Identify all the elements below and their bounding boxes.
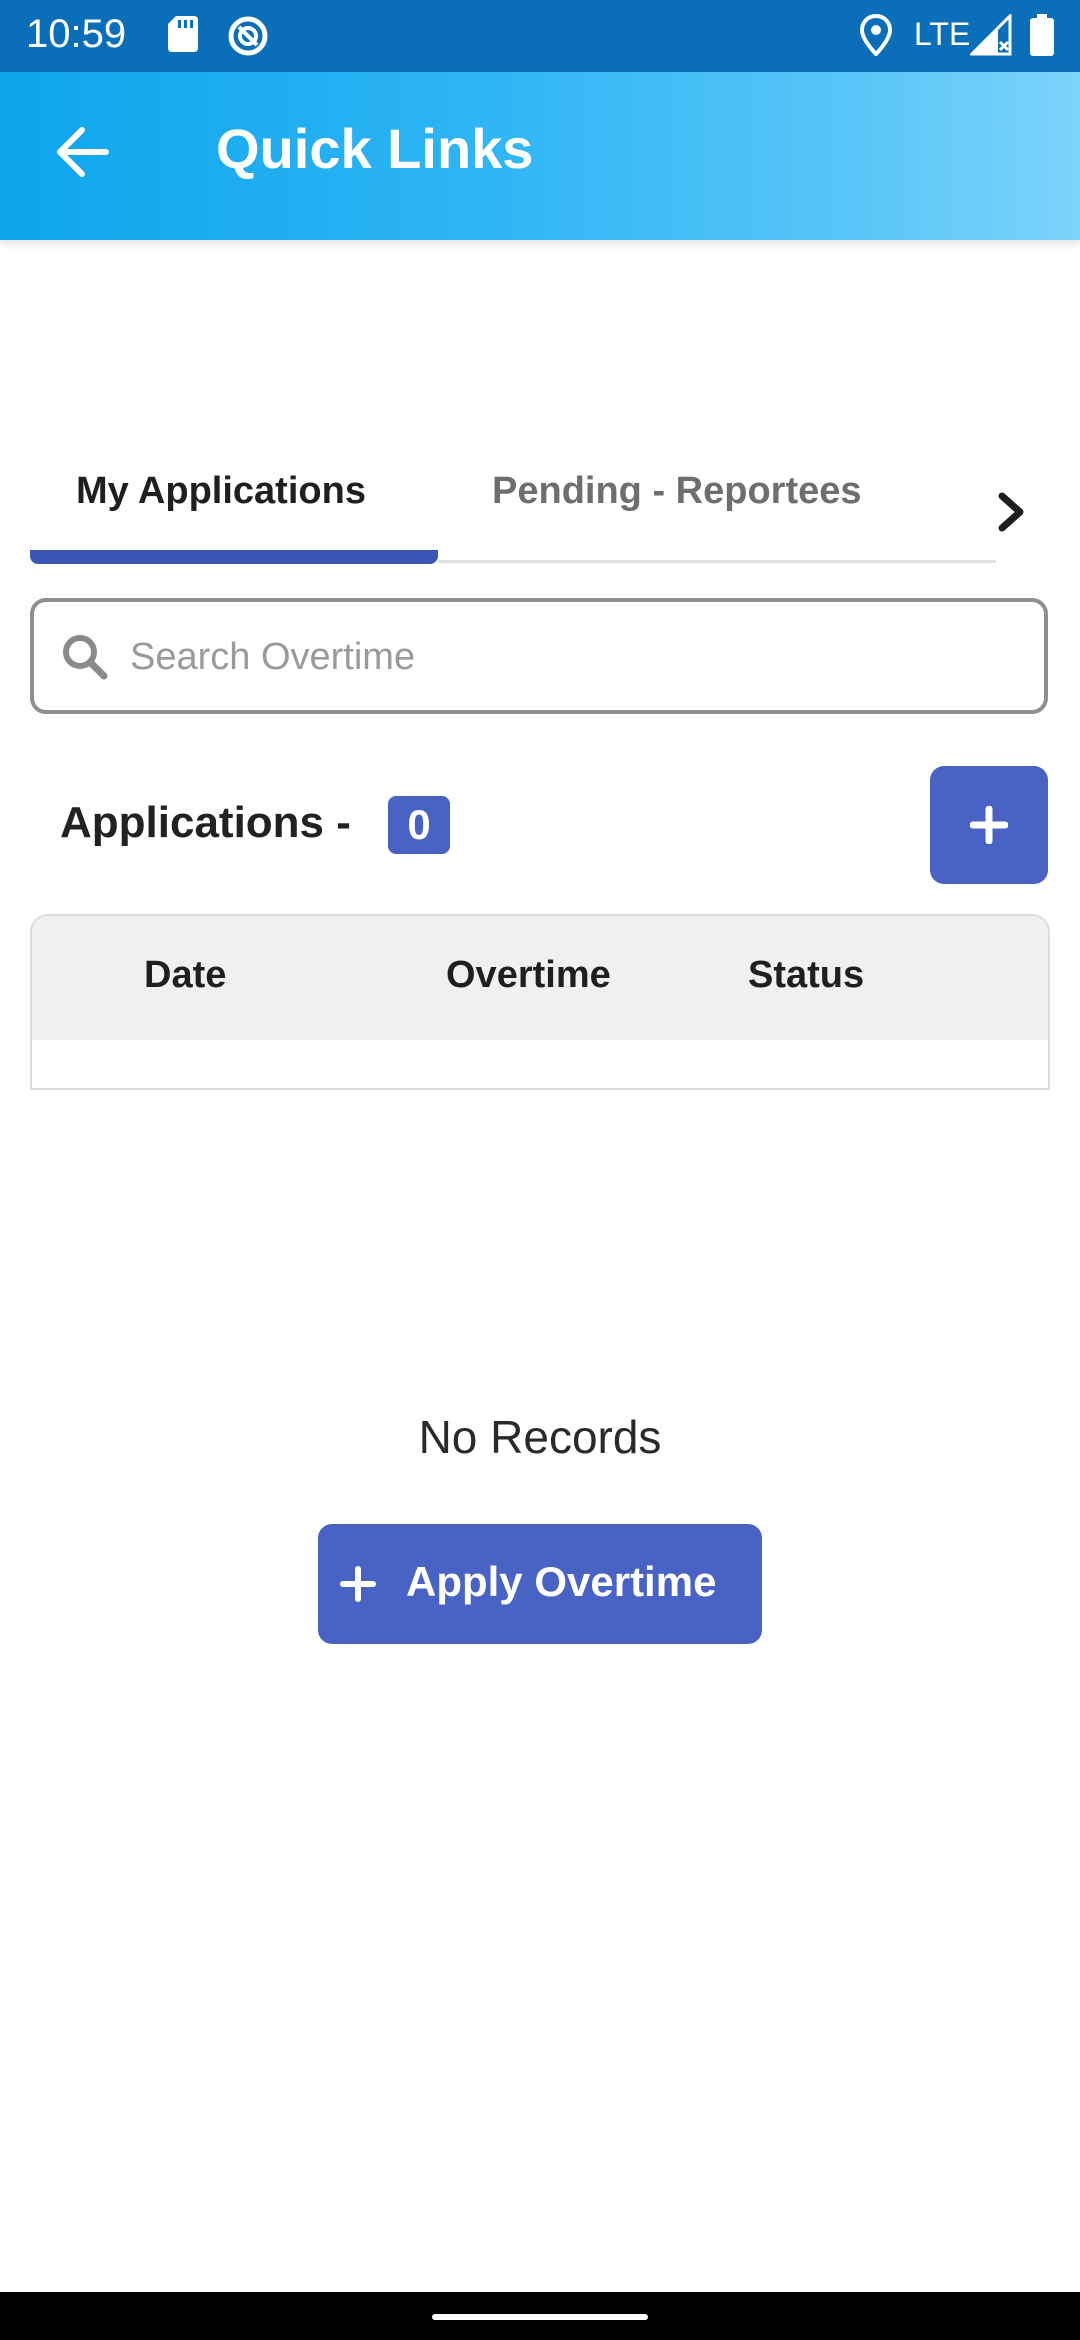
location-icon — [860, 14, 892, 56]
sd-card-icon — [168, 16, 198, 52]
column-header-status: Status — [748, 954, 865, 996]
tab-bar: My Applications Pending - Reportees — [30, 450, 1050, 568]
arrow-left-icon[interactable] — [54, 122, 114, 182]
app-bar: Quick Links — [0, 72, 1080, 240]
tab-pending-reportees[interactable]: Pending - Reportees — [492, 470, 862, 513]
apply-overtime-button[interactable]: Apply Overtime — [318, 1524, 762, 1644]
column-header-overtime: Overtime — [446, 954, 611, 996]
network-type: LTE — [914, 16, 971, 52]
chevron-right-icon[interactable] — [990, 486, 1034, 538]
tab-my-applications[interactable]: My Applications — [76, 470, 366, 513]
applications-heading: Applications - — [60, 798, 351, 847]
battery-icon — [1030, 14, 1054, 56]
data-saver-icon — [228, 16, 268, 56]
applications-count-badge: 0 — [388, 796, 450, 854]
status-bar: 10:59 LTE — [0, 0, 1080, 72]
search-icon — [63, 635, 108, 680]
signal-icon — [970, 14, 1012, 56]
status-time: 10:59 — [26, 12, 127, 56]
column-header-date: Date — [144, 954, 227, 996]
applications-table: Date Overtime Status — [30, 914, 1050, 1090]
plus-icon — [970, 806, 1008, 844]
add-application-button[interactable] — [930, 766, 1048, 884]
page-title: Quick Links — [216, 117, 534, 180]
plus-icon — [340, 1566, 376, 1602]
tab-divider — [438, 560, 996, 563]
tab-indicator — [30, 550, 438, 564]
system-nav-bar — [0, 2292, 1080, 2340]
empty-state-message: No Records — [418, 1411, 662, 1463]
home-gesture-handle[interactable] — [432, 2314, 648, 2320]
table-header: Date Overtime Status — [32, 916, 1048, 1040]
search-input[interactable] — [128, 624, 1012, 690]
apply-overtime-label: Apply Overtime — [406, 1558, 717, 1605]
search-box — [30, 598, 1048, 714]
